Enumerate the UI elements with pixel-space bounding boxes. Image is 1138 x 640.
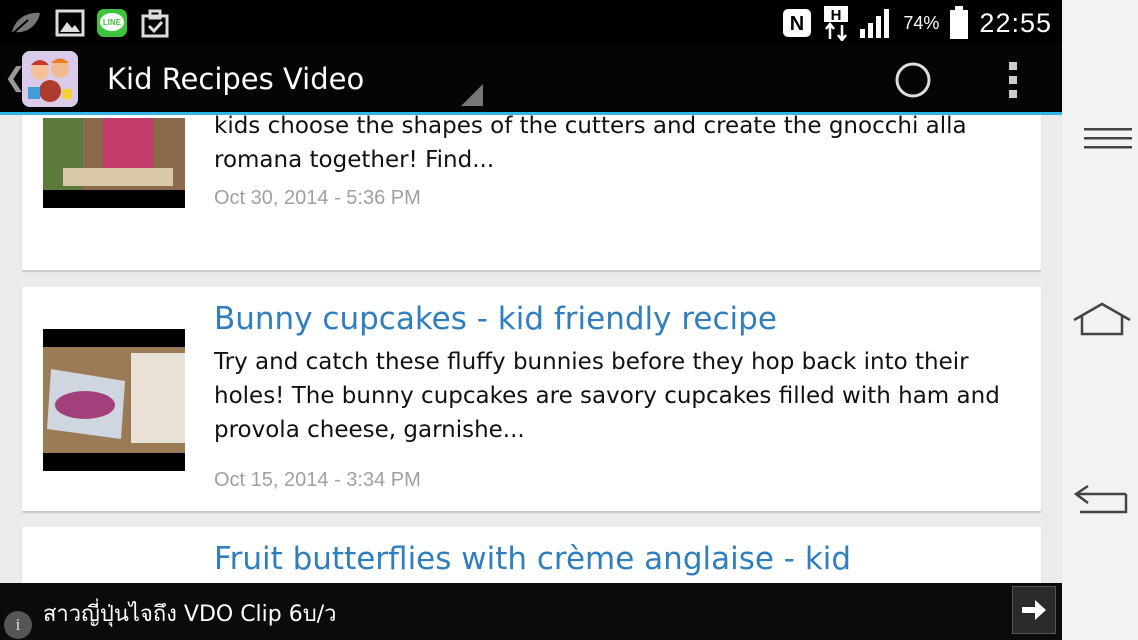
arrow-right-icon xyxy=(1022,600,1046,620)
line-app-label: LINE xyxy=(103,18,122,27)
video-description: Try and catch these fluffy bunnies befor… xyxy=(214,349,1000,443)
system-navigation-bar xyxy=(1062,0,1138,640)
thumbnail-image-bunny-cupcakes xyxy=(43,329,185,471)
menu-icon[interactable] xyxy=(1070,116,1132,162)
dropdown-corner-icon[interactable] xyxy=(461,84,483,106)
video-description: The semolina gnocchi with tomato sauce i… xyxy=(214,115,967,173)
video-title-link[interactable]: Fruit butterflies with crème anglaise - … xyxy=(214,541,851,577)
video-thumbnail[interactable] xyxy=(43,118,185,208)
video-card[interactable]: The semolina gnocchi with tomato sauce i… xyxy=(22,115,1041,270)
action-bar: ❮ Kid Recipes Video xyxy=(0,46,1062,115)
hspa-data-icon: H xyxy=(824,6,849,41)
video-thumbnail[interactable] xyxy=(43,329,185,471)
status-bar: LINE N H 74% 22:55 xyxy=(0,0,1062,46)
back-icon[interactable] xyxy=(1070,478,1132,524)
ad-open-button[interactable] xyxy=(1012,586,1056,634)
clock: 22:55 xyxy=(979,7,1052,38)
video-feed[interactable]: The semolina gnocchi with tomato sauce i… xyxy=(0,115,1062,583)
ad-banner[interactable]: i สาวญี่ปุ่นไจถึง VDO Clip 6บ/ว xyxy=(0,583,1062,640)
leaf-icon xyxy=(9,12,40,37)
refresh-icon[interactable] xyxy=(893,60,933,100)
line-app-icon: LINE xyxy=(97,9,127,37)
video-date: Oct 30, 2014 - 5:36 PM xyxy=(214,187,421,209)
video-title-link[interactable]: Bunny cupcakes - kid friendly recipe xyxy=(214,301,777,337)
app-logo-image xyxy=(22,51,78,107)
battery-icon xyxy=(950,6,969,39)
battery-percent: 74% xyxy=(903,12,940,33)
home-icon[interactable] xyxy=(1070,298,1132,344)
nfc-label: N xyxy=(790,13,804,35)
video-card[interactable]: Bunny cupcakes - kid friendly recipe Try… xyxy=(22,287,1041,511)
gallery-icon xyxy=(55,9,85,37)
ad-text[interactable]: สาวญี่ปุ่นไจถึง VDO Clip 6บ/ว xyxy=(43,596,336,631)
task-check-icon xyxy=(141,9,169,38)
overflow-menu-icon[interactable] xyxy=(1001,60,1025,100)
hspa-label: H xyxy=(831,7,842,24)
video-card[interactable]: Fruit butterflies with crème anglaise - … xyxy=(22,527,1041,583)
nfc-icon: N xyxy=(783,9,812,37)
page-title: Kid Recipes Video xyxy=(107,62,365,96)
thumbnail-image-gnocchi xyxy=(43,118,185,208)
app-logo[interactable] xyxy=(22,51,78,107)
video-date: Oct 15, 2014 - 3:34 PM xyxy=(214,469,421,491)
status-indicators: N H 74% 22:55 xyxy=(781,0,1052,46)
signal-icon xyxy=(860,9,890,38)
ad-info-icon[interactable]: i xyxy=(4,611,32,639)
